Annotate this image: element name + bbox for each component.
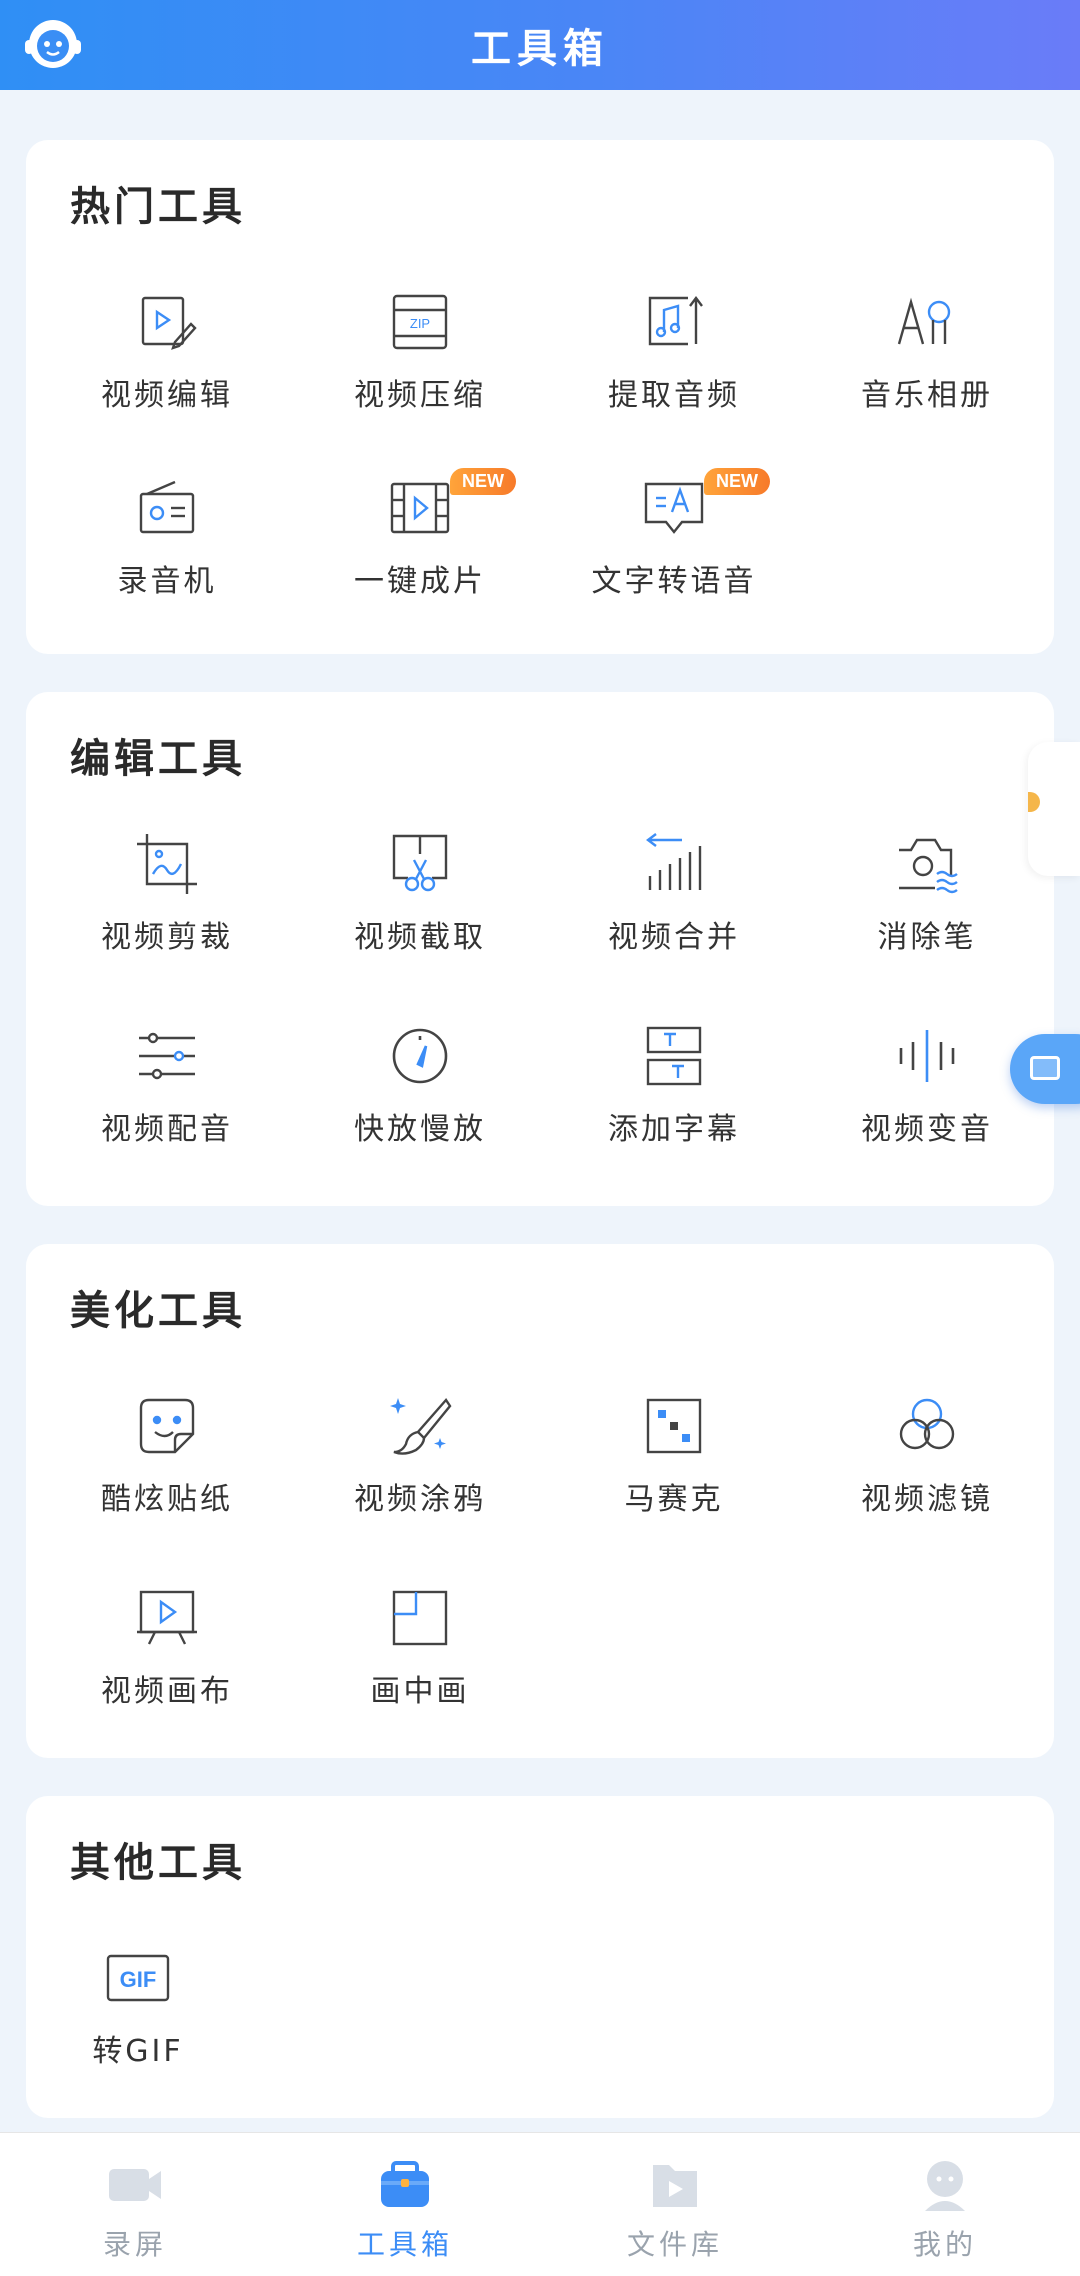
tool-speed[interactable]: 快放慢放 xyxy=(300,1024,540,1164)
speed-gauge-icon xyxy=(388,1024,452,1088)
side-tab-indicator xyxy=(1028,792,1040,812)
subtitle-icon xyxy=(642,1024,706,1088)
eraser-camera-icon xyxy=(895,832,959,896)
tab-file-library[interactable]: 文件库 xyxy=(540,2133,810,2276)
tab-record[interactable]: 录屏 xyxy=(0,2133,270,2276)
tool-video-trim[interactable]: 视频截取 xyxy=(300,832,540,972)
tool-music-album[interactable]: 音乐相册 xyxy=(807,290,1047,430)
tool-label: 视频变音 xyxy=(861,1112,993,1147)
tool-label: 视频画布 xyxy=(101,1674,233,1709)
tool-video-edit[interactable]: 视频编辑 xyxy=(47,290,287,430)
sticker-icon xyxy=(135,1394,199,1458)
tool-canvas[interactable]: 视频画布 xyxy=(47,1586,287,1726)
section-beautify-tools: 美化工具 酷炫贴纸 视频涂鸦 马赛克 视频滤镜 视频画布 画中画 xyxy=(26,1244,1054,1758)
mosaic-icon xyxy=(642,1394,706,1458)
camera-icon xyxy=(1030,1056,1060,1080)
record-camera-icon xyxy=(105,2157,165,2213)
music-extract-icon xyxy=(642,290,706,354)
crop-icon xyxy=(135,832,199,896)
toolbox-icon xyxy=(375,2157,435,2213)
gif-icon: GIF xyxy=(106,1946,170,2010)
tool-label: 视频压缩 xyxy=(354,378,486,413)
tab-label: 录屏 xyxy=(102,2228,167,2261)
voice-wave-icon xyxy=(895,1024,959,1088)
video-edit-icon xyxy=(135,290,199,354)
music-album-icon xyxy=(895,290,959,354)
app-header: 工具箱 xyxy=(0,0,1080,90)
tool-video-crop[interactable]: 视频剪裁 xyxy=(47,832,287,972)
mascot-logo-icon[interactable] xyxy=(22,12,84,74)
tool-label: 音乐相册 xyxy=(861,378,993,413)
svg-text:ZIP: ZIP xyxy=(410,316,430,331)
tab-profile[interactable]: 我的 xyxy=(810,2133,1080,2276)
floating-record-button[interactable] xyxy=(1010,1034,1080,1104)
zip-icon: ZIP xyxy=(388,290,452,354)
tool-label: 马赛克 xyxy=(624,1482,724,1517)
tab-label: 文件库 xyxy=(626,2228,723,2261)
new-badge: NEW xyxy=(450,468,516,495)
tool-label: 提取音频 xyxy=(608,378,740,413)
tool-label: 视频配音 xyxy=(101,1112,233,1147)
tool-label: 文字转语音 xyxy=(591,564,757,599)
section-other-tools: 其他工具 GIF 转GIF xyxy=(26,1796,1054,2118)
merge-icon xyxy=(642,832,706,896)
tool-label: 酷炫贴纸 xyxy=(101,1482,233,1517)
text-to-speech-icon xyxy=(642,476,706,540)
tool-video-dub[interactable]: 视频配音 xyxy=(47,1024,287,1164)
picture-in-picture-icon xyxy=(388,1586,452,1650)
tool-sticker[interactable]: 酷炫贴纸 xyxy=(47,1394,287,1534)
tool-label: 消除笔 xyxy=(877,920,977,955)
tool-label: 视频剪裁 xyxy=(101,920,233,955)
tool-label: 添加字幕 xyxy=(608,1112,740,1147)
tool-text-to-speech[interactable]: NEW 文字转语音 xyxy=(554,468,794,616)
section-title: 美化工具 xyxy=(70,1288,246,1334)
tab-toolbox[interactable]: 工具箱 xyxy=(270,2133,540,2276)
tab-label: 工具箱 xyxy=(356,2228,453,2261)
tool-label: 画中画 xyxy=(370,1674,470,1709)
tool-picture-in-picture[interactable]: 画中画 xyxy=(300,1586,540,1726)
tab-label: 我的 xyxy=(912,2228,977,2261)
tool-voice-change[interactable]: 视频变音 xyxy=(807,1024,1047,1164)
tool-label: 视频滤镜 xyxy=(861,1482,993,1517)
filter-icon xyxy=(895,1394,959,1458)
tool-label: 快放慢放 xyxy=(354,1112,486,1147)
new-badge: NEW xyxy=(704,468,770,495)
tool-label: 视频涂鸦 xyxy=(354,1482,486,1517)
section-title: 其他工具 xyxy=(70,1840,246,1886)
brush-icon xyxy=(388,1394,452,1458)
tool-subtitle[interactable]: 添加字幕 xyxy=(554,1024,794,1164)
film-icon xyxy=(388,476,452,540)
bottom-tab-bar: 录屏 工具箱 文件库 我的 xyxy=(0,2132,1080,2276)
tool-label: 一键成片 xyxy=(354,564,486,599)
section-title: 热门工具 xyxy=(70,184,246,230)
profile-icon xyxy=(915,2157,975,2213)
tool-eraser[interactable]: 消除笔 xyxy=(807,832,1047,972)
tool-label: 录音机 xyxy=(117,564,217,599)
file-library-icon xyxy=(645,2157,705,2213)
tool-video-compress[interactable]: ZIP 视频压缩 xyxy=(300,290,540,430)
section-title: 编辑工具 xyxy=(70,736,246,782)
svg-text:GIF: GIF xyxy=(120,1967,157,1992)
tool-label: 视频截取 xyxy=(354,920,486,955)
side-floating-tab[interactable] xyxy=(1028,742,1080,876)
tool-to-gif[interactable]: GIF 转GIF xyxy=(18,1946,258,2086)
scissors-icon xyxy=(388,832,452,896)
page-title: 工具箱 xyxy=(471,26,609,72)
tool-filter[interactable]: 视频滤镜 xyxy=(807,1394,1047,1534)
tool-video-merge[interactable]: 视频合并 xyxy=(554,832,794,972)
tool-doodle[interactable]: 视频涂鸦 xyxy=(300,1394,540,1534)
canvas-icon xyxy=(135,1586,199,1650)
radio-icon xyxy=(135,476,199,540)
tool-label: 视频合并 xyxy=(608,920,740,955)
tool-recorder[interactable]: 录音机 xyxy=(47,476,287,616)
tool-one-click-film[interactable]: NEW 一键成片 xyxy=(300,468,540,616)
sliders-icon xyxy=(135,1024,199,1088)
tool-mosaic[interactable]: 马赛克 xyxy=(554,1394,794,1534)
tool-label: 视频编辑 xyxy=(101,378,233,413)
section-edit-tools: 编辑工具 视频剪裁 视频截取 视频合并 消除笔 视频配音 快放慢放 添加字幕 视… xyxy=(26,692,1054,1206)
section-hot-tools: 热门工具 视频编辑 ZIP 视频压缩 提取音频 音乐相册 录音机 NEW 一键成… xyxy=(26,140,1054,654)
tool-extract-audio[interactable]: 提取音频 xyxy=(554,290,794,430)
tool-label: 转GIF xyxy=(92,2034,184,2069)
